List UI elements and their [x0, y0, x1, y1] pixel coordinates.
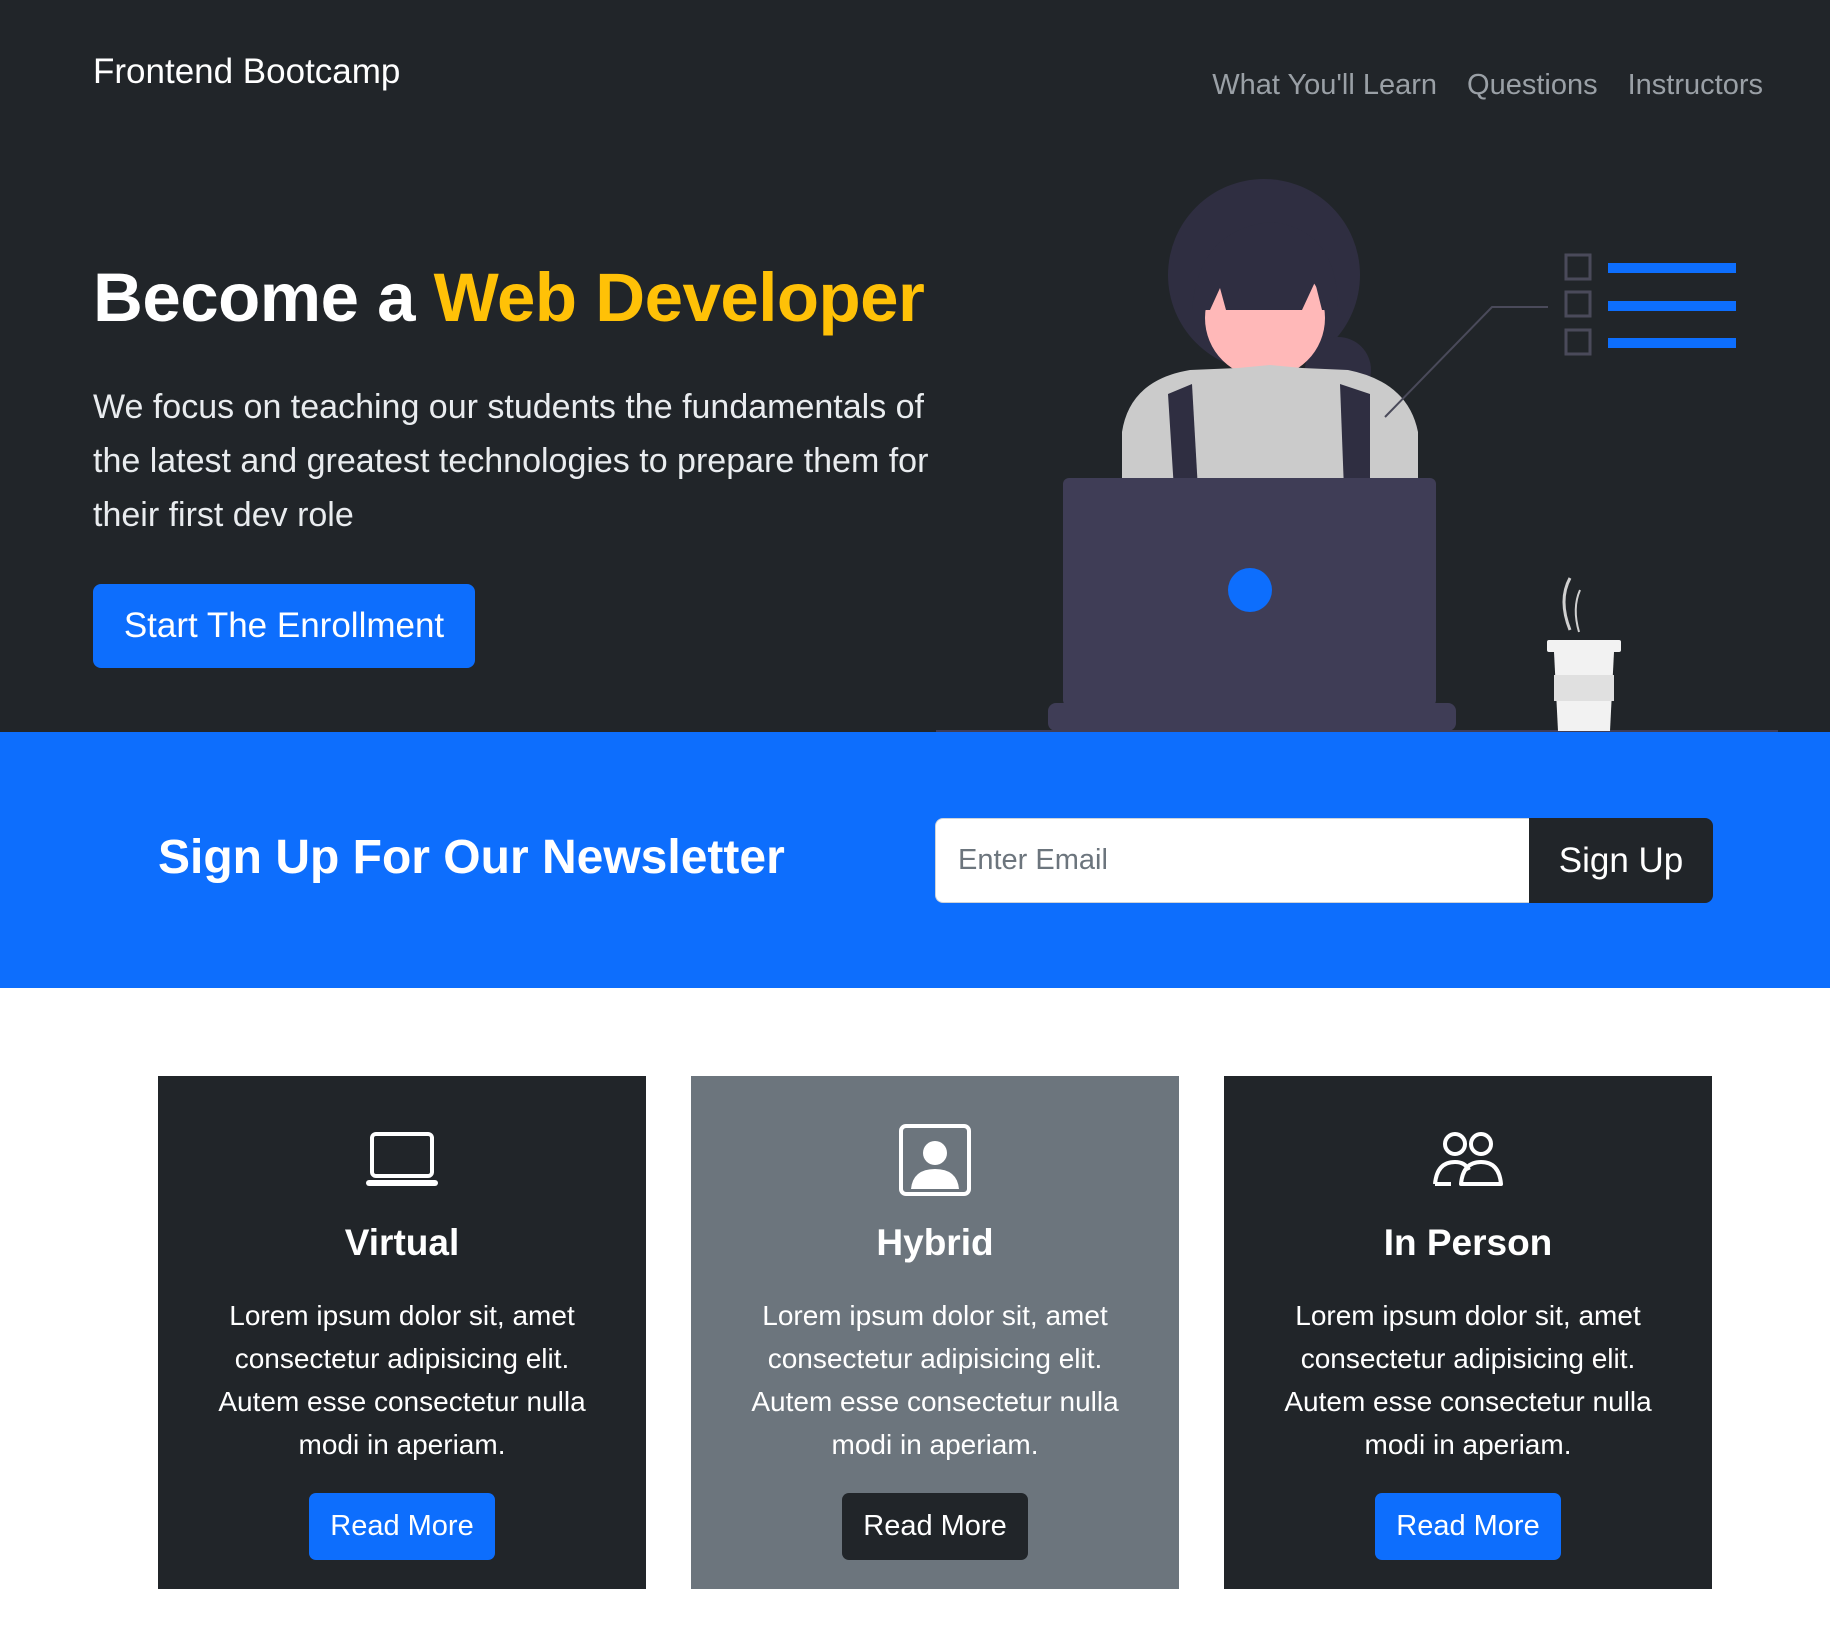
- start-enrollment-button[interactable]: Start The Enrollment: [93, 584, 475, 668]
- developer-illustration: [936, 179, 1778, 732]
- email-input[interactable]: [935, 818, 1529, 903]
- sign-up-button[interactable]: Sign Up: [1529, 818, 1713, 903]
- card-virtual: Virtual Lorem ipsum dolor sit, amet cons…: [158, 1076, 646, 1589]
- hero-title: Become a Web Developer: [93, 258, 925, 337]
- hero-section: Become a Web Developer We focus on teach…: [0, 140, 1830, 732]
- card-title: In Person: [1383, 1222, 1553, 1263]
- card-hybrid: Hybrid Lorem ipsum dolor sit, amet conse…: [691, 1076, 1179, 1589]
- card-title: Virtual: [344, 1222, 460, 1263]
- laptop-icon: [158, 1120, 646, 1200]
- person-badge-icon: [691, 1120, 1179, 1200]
- hero-title-accent: Web Developer: [433, 259, 925, 336]
- card-in-person: In Person Lorem ipsum dolor sit, amet co…: [1224, 1076, 1712, 1589]
- nav-link-instructors[interactable]: Instructors: [1628, 69, 1763, 102]
- card-text: Lorem ipsum dolor sit, amet consectetur …: [1284, 1300, 1652, 1460]
- read-more-button[interactable]: Read More: [309, 1493, 495, 1560]
- nav-links: What You'll Learn Questions Instructors: [1212, 69, 1763, 102]
- card-text: Lorem ipsum dolor sit, amet consectetur …: [751, 1300, 1119, 1460]
- newsletter-section: Sign Up For Our Newsletter Sign Up: [0, 732, 1830, 988]
- hero-title-plain: Become a: [93, 259, 434, 336]
- card-title: Hybrid: [876, 1222, 994, 1263]
- navbar: Frontend Bootcamp What You'll Learn Ques…: [0, 0, 1830, 140]
- brand-logo-text[interactable]: Frontend Bootcamp: [93, 52, 400, 92]
- learning-options-section: Virtual Lorem ipsum dolor sit, amet cons…: [0, 988, 1830, 1652]
- hero-description: We focus on teaching our students the fu…: [93, 388, 929, 534]
- newsletter-title: Sign Up For Our Newsletter: [158, 831, 785, 884]
- nav-link-what-youll-learn[interactable]: What You'll Learn: [1212, 69, 1437, 102]
- people-icon: [1224, 1120, 1712, 1200]
- read-more-button[interactable]: Read More: [842, 1493, 1028, 1560]
- card-text: Lorem ipsum dolor sit, amet consectetur …: [218, 1300, 586, 1460]
- read-more-button[interactable]: Read More: [1375, 1493, 1561, 1560]
- nav-link-questions[interactable]: Questions: [1467, 69, 1598, 102]
